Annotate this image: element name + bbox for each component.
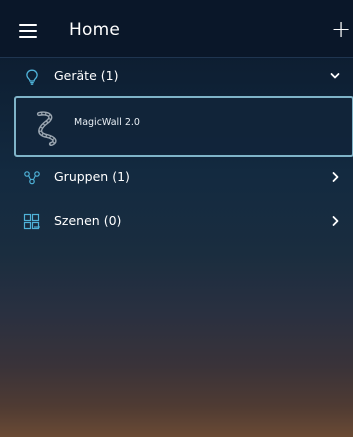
section-groups-label: Gruppen (1) xyxy=(54,169,130,184)
hamburger-menu-icon[interactable] xyxy=(19,24,41,40)
led-strip-icon xyxy=(36,111,57,146)
section-devices-header[interactable]: Geräte (1) xyxy=(0,59,353,93)
scenes-icon xyxy=(23,213,40,230)
top-app-bar: Home + xyxy=(0,0,353,58)
lightbulb-icon xyxy=(26,69,38,85)
device-card-magicwall[interactable]: MagicWall 2.0 xyxy=(14,96,353,157)
group-icon xyxy=(24,171,40,185)
chevron-down-icon[interactable] xyxy=(330,70,340,82)
section-scenes-label: Szenen (0) xyxy=(54,213,122,228)
section-scenes-header[interactable]: Szenen (0) xyxy=(0,204,353,238)
chevron-right-icon[interactable] xyxy=(330,215,340,227)
page-title: Home xyxy=(69,20,121,40)
section-groups-header[interactable]: Gruppen (1) xyxy=(0,160,353,194)
add-button[interactable]: + xyxy=(331,17,351,41)
device-name: MagicWall 2.0 xyxy=(74,117,140,128)
section-devices-label: Geräte (1) xyxy=(54,68,119,83)
chevron-right-icon[interactable] xyxy=(330,171,340,183)
